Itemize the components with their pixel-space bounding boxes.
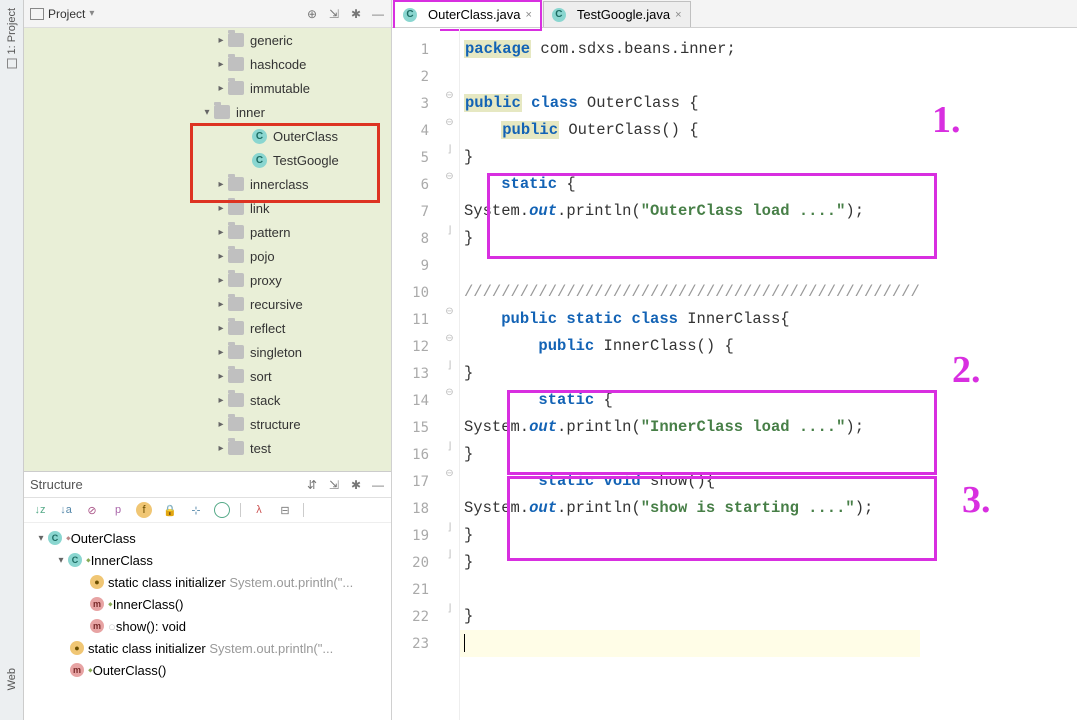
f-icon[interactable]: f <box>136 502 152 518</box>
struct-tool-2[interactable]: ⇲ <box>327 478 341 492</box>
anon-icon[interactable]: ⊟ <box>277 502 293 518</box>
project-tree[interactable]: ▸generic ▸hashcode ▸immutable ▾inner COu… <box>24 28 391 471</box>
hide-icon[interactable]: — <box>371 478 385 492</box>
project-tool-tab[interactable]: 1: Project <box>6 8 18 68</box>
annotation-number-1: 1. <box>932 98 961 142</box>
tab-outerclass[interactable]: C OuterClass.java × <box>394 1 541 27</box>
struct-tool-1[interactable]: ⇵ <box>305 478 319 492</box>
line-number-gutter: 1234 5678 9101112 13141516 17181920 2122… <box>392 28 440 720</box>
structure-panel: Structure ⇵ ⇲ ✱ — ↓z ↓a ⊘ p f 🔒 ⊹ <box>24 471 391 720</box>
ide-left-gutter: 1: Project Web <box>0 0 24 720</box>
class-icon: C <box>252 129 267 144</box>
filter-icon[interactable]: ⊘ <box>84 502 100 518</box>
gear-icon[interactable]: ✱ <box>349 7 363 21</box>
web-tool-tab[interactable]: Web <box>6 668 18 690</box>
text-caret <box>464 634 465 652</box>
sort-alpha-icon[interactable]: ↓a <box>58 502 74 518</box>
chevron-down-icon[interactable]: ▾ <box>89 8 94 19</box>
annotation-number-2: 2. <box>952 348 981 392</box>
annotation-number-3: 3. <box>962 478 991 522</box>
hide-icon[interactable]: — <box>371 7 385 21</box>
editor-tabs: C OuterClass.java × C TestGoogle.java × <box>392 0 1077 28</box>
p-icon[interactable]: p <box>110 502 126 518</box>
project-panel-header: Project ▾ ⊕ ⇲ ✱ — <box>24 0 391 28</box>
class-icon: C <box>252 153 267 168</box>
project-icon <box>30 8 44 20</box>
project-title-label: Project <box>48 7 85 21</box>
code-editor[interactable]: 1234 5678 9101112 13141516 17181920 2122… <box>392 28 1077 720</box>
target-icon[interactable]: ⊕ <box>305 7 319 21</box>
lock-icon[interactable]: 🔒 <box>162 502 178 518</box>
sort-icon[interactable]: ↓z <box>32 502 48 518</box>
fold-gutter[interactable]: ⊖⊖ ⌋⊖⌋ ⊖⊖ ⌋⊖⌋ ⊖⌋⌋ ⌋ <box>440 28 460 720</box>
gear-icon[interactable]: ✱ <box>349 478 363 492</box>
lambda-icon[interactable]: λ <box>251 502 267 518</box>
tab-testgoogle[interactable]: C TestGoogle.java × <box>543 1 691 27</box>
circle-icon[interactable] <box>214 502 230 518</box>
close-icon[interactable]: × <box>525 9 531 21</box>
expand-icon[interactable]: ⇲ <box>327 7 341 21</box>
structure-title: Structure <box>30 477 83 492</box>
graph-icon[interactable]: ⊹ <box>188 502 204 518</box>
close-icon[interactable]: × <box>675 9 681 21</box>
